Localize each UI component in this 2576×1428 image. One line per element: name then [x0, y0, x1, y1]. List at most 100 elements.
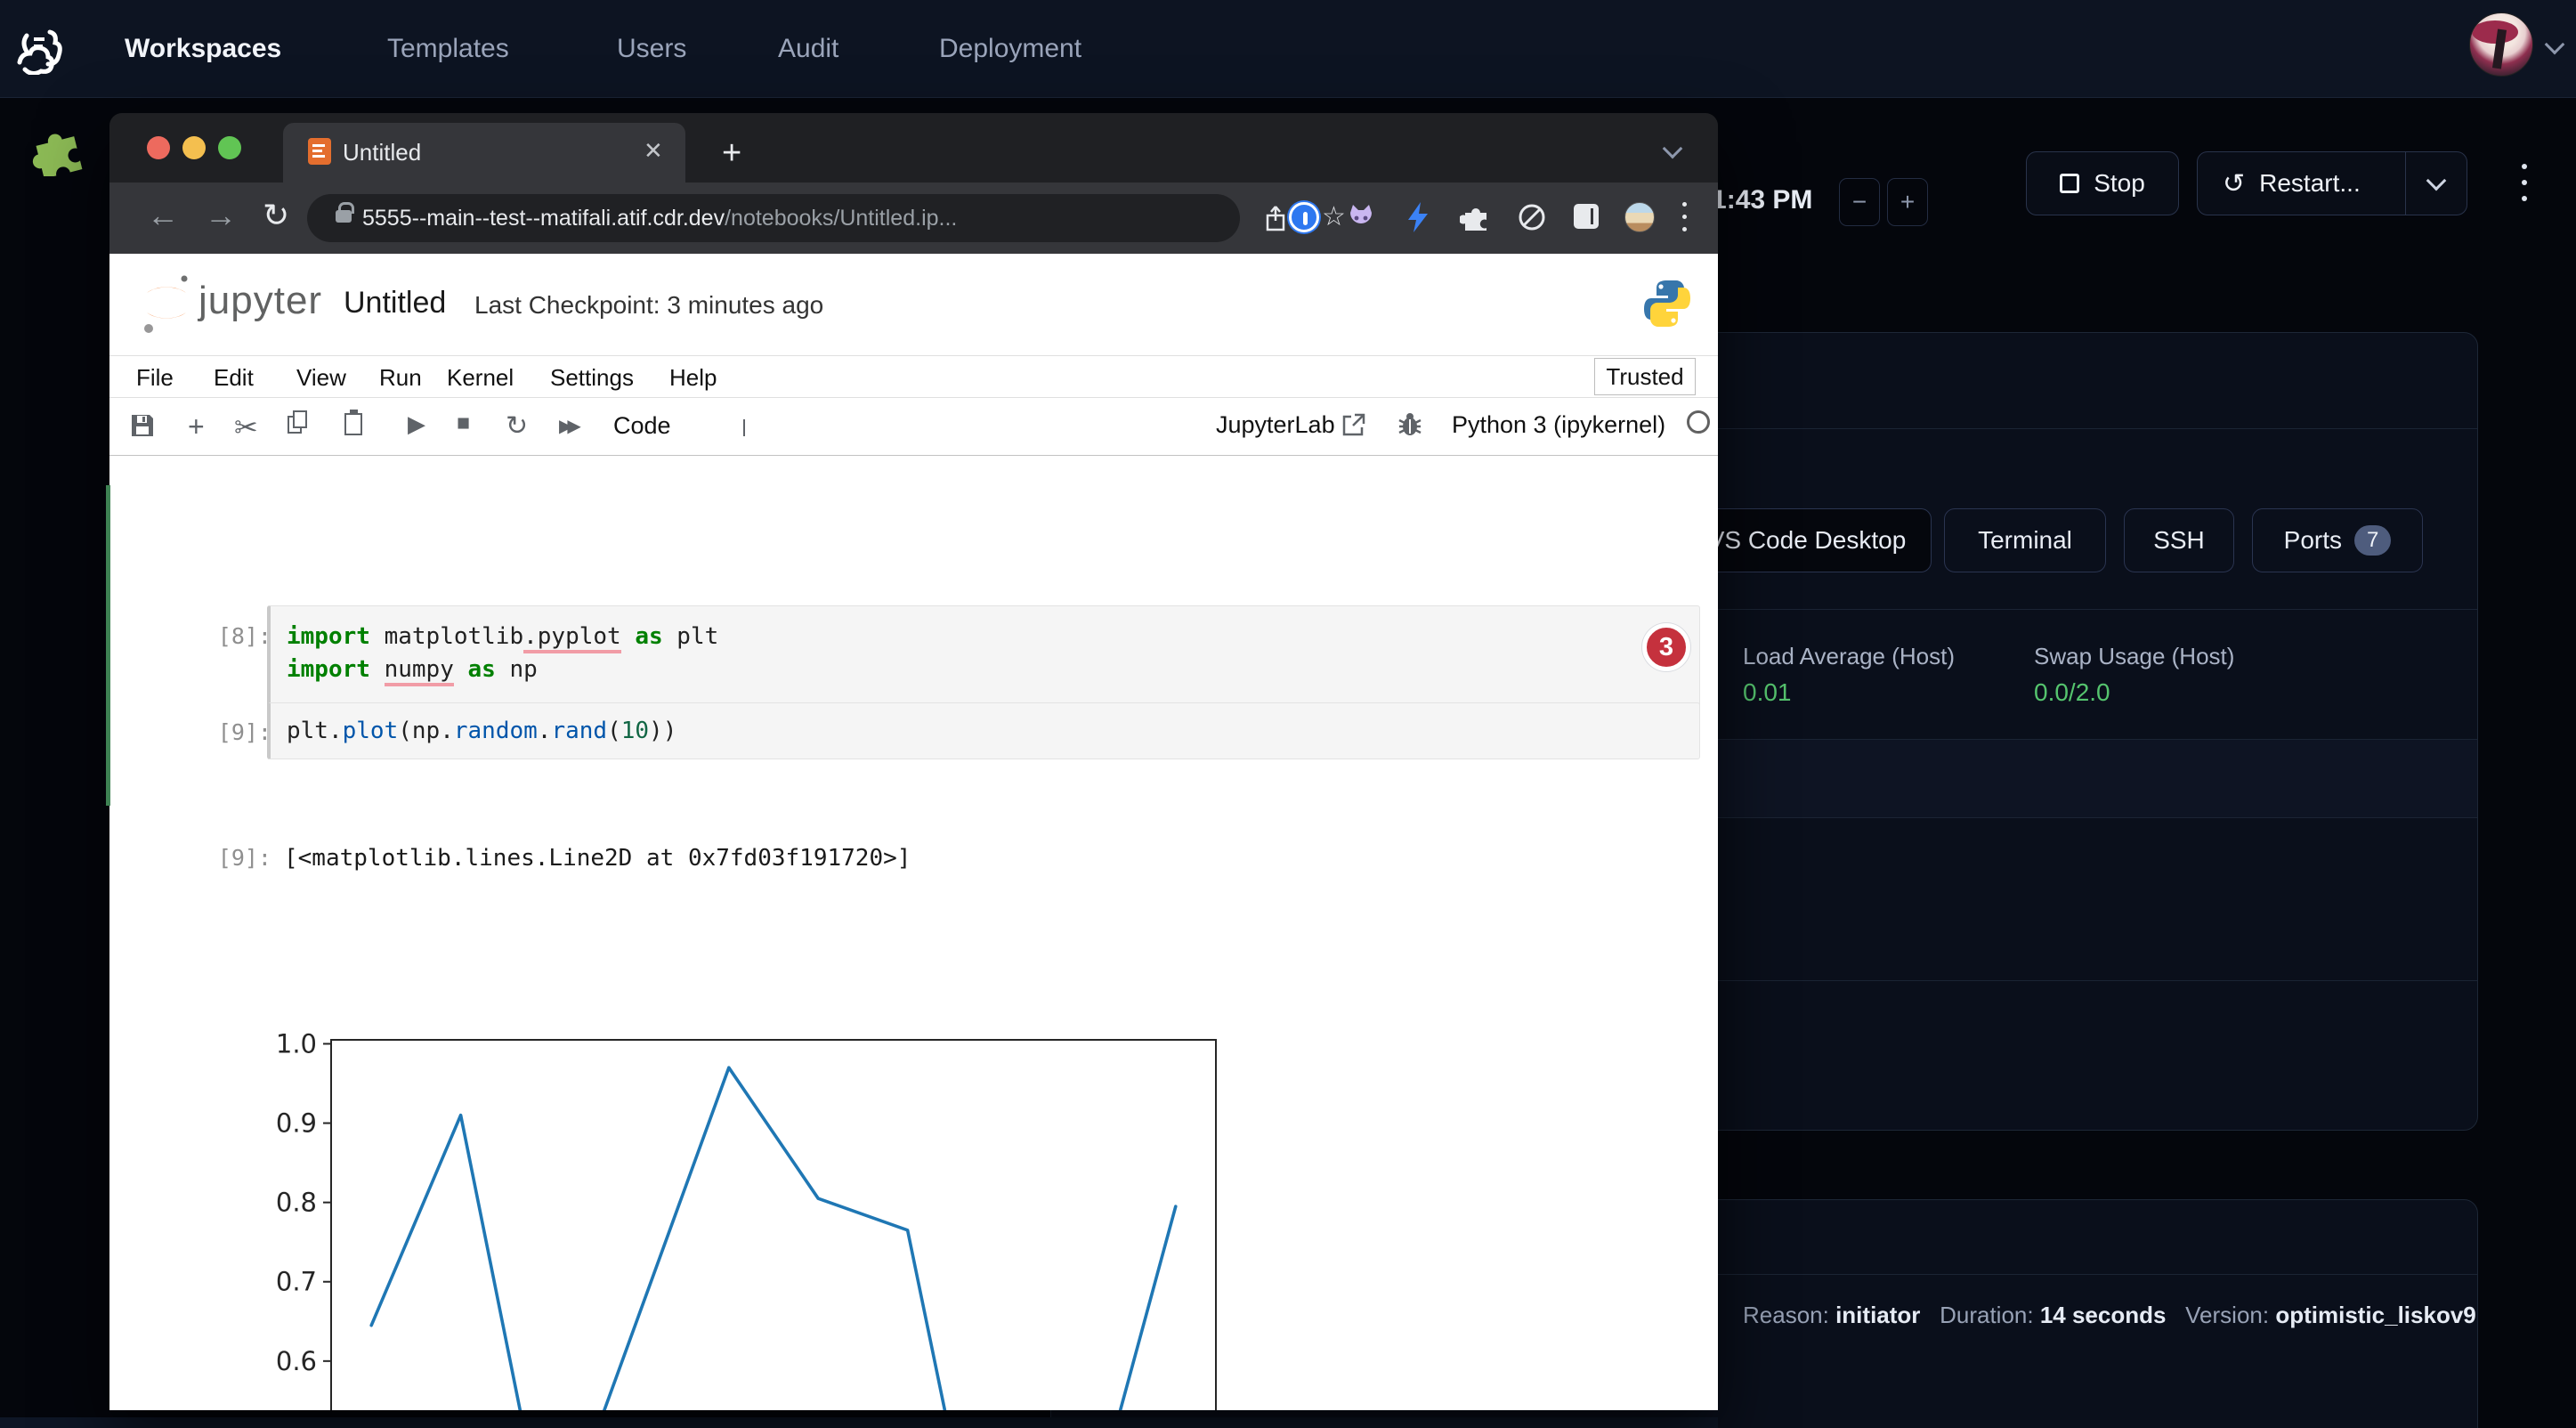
split-screen-extension-icon[interactable] [1574, 204, 1599, 229]
restart-workspace-button[interactable]: ↺ Restart... [2197, 151, 2467, 215]
trusted-button[interactable]: Trusted [1594, 358, 1696, 395]
browser-window: Untitled ✕ + ← → ↻ 5555--main--test--mat… [109, 113, 1718, 1410]
cell-type-dropdown[interactable]: Code [613, 412, 671, 440]
url-text: 5555--main--test--matifali.atif.cdr.dev/… [362, 206, 957, 231]
nav-item-workspaces[interactable]: Workspaces [125, 0, 281, 98]
maximize-window-button[interactable] [218, 136, 241, 159]
external-link-icon[interactable] [1341, 412, 1366, 437]
jupyter-page: jupyter Untitled Last Checkpoint: 3 minu… [109, 254, 1718, 1410]
lock-icon [336, 210, 352, 223]
zoom-out-button[interactable]: − [1839, 178, 1880, 226]
output-text: [<matplotlib.lines.Line2D at 0x7fd03f191… [284, 845, 911, 872]
menu-settings[interactable]: Settings [550, 364, 634, 392]
jupyter-wordmark: jupyter [198, 279, 322, 323]
tab-title: Untitled [343, 139, 421, 166]
app-top-nav: Workspaces Templates Users Audit Deploym… [0, 0, 2576, 98]
zoom-in-button[interactable]: + [1887, 178, 1928, 226]
cut-cell-icon[interactable]: ✂ [234, 410, 258, 444]
minimize-window-button[interactable] [182, 136, 206, 159]
coder-logo-icon[interactable] [14, 23, 64, 75]
avatar-art [2472, 20, 2518, 44]
terminal-button[interactable]: Terminal [1944, 508, 2106, 572]
nav-item-deployment[interactable]: Deployment [939, 0, 1081, 98]
browser-toolbar: ← → ↻ 5555--main--test--matifali.atif.cd… [109, 183, 1718, 254]
open-jupyterlab-link[interactable]: JupyterLab [1216, 411, 1335, 439]
build-version: optimistic_liskov9 [2275, 1302, 2475, 1328]
profile-avatar[interactable] [1624, 202, 1655, 232]
build-reason: initiator [1835, 1302, 1920, 1328]
extensions-puzzle-icon[interactable] [1460, 202, 1490, 232]
menu-view[interactable]: View [296, 364, 346, 392]
nav-item-users[interactable]: Users [617, 0, 686, 98]
ssh-button[interactable]: SSH [2124, 508, 2234, 572]
jupyter-menu-bar: File Edit View Run Kernel Settings Help … [109, 356, 1718, 398]
cell-prompt: [8]: [195, 623, 271, 649]
back-icon[interactable]: ← [147, 197, 179, 234]
save-icon[interactable] [129, 412, 156, 439]
share-icon[interactable] [1264, 205, 1287, 231]
stop-workspace-button[interactable]: Stop [2026, 151, 2179, 215]
menu-run[interactable]: Run [379, 364, 422, 392]
matplotlib-figure: 0.20.30.40.50.60.70.80.91.002468 [270, 1026, 1267, 1410]
add-cell-icon[interactable]: + [188, 410, 205, 443]
user-avatar[interactable] [2469, 12, 2533, 77]
code-cell[interactable]: import matplotlib.pyplot as plt import n… [267, 605, 1700, 712]
chevron-down-icon[interactable] [2545, 35, 2565, 55]
interrupt-kernel-icon[interactable]: ■ [457, 410, 470, 436]
tab-close-icon[interactable]: ✕ [644, 137, 663, 165]
menu-file[interactable]: File [136, 364, 174, 392]
browser-menu-kebab[interactable] [1681, 195, 1689, 239]
svg-text:0.7: 0.7 [276, 1267, 317, 1297]
nav-item-audit[interactable]: Audit [778, 0, 838, 98]
ports-button[interactable]: Ports 7 [2252, 508, 2423, 572]
build-duration: 14 seconds [2040, 1302, 2167, 1328]
menu-help[interactable]: Help [669, 364, 717, 392]
tab-search-chevron[interactable] [1663, 139, 1683, 159]
close-window-button[interactable] [147, 136, 170, 159]
onepassword-extension-icon[interactable] [1289, 202, 1319, 232]
menu-edit[interactable]: Edit [214, 364, 254, 392]
cell-prompt: [9]: [195, 719, 271, 745]
run-cell-icon[interactable]: ▶ [408, 410, 425, 438]
stop-icon [2060, 174, 2079, 193]
python-logo-icon [1642, 277, 1692, 330]
kernel-name[interactable]: Python 3 (ipykernel) [1452, 411, 1665, 439]
jupyter-favicon [308, 138, 331, 165]
notebook-title[interactable]: Untitled [344, 286, 446, 320]
svg-text:0.9: 0.9 [276, 1108, 317, 1139]
load-average-label: Load Average (Host) [1743, 643, 1955, 670]
forward-icon[interactable]: → [205, 197, 237, 234]
template-puzzle-icon[interactable] [25, 121, 91, 176]
svg-text:0.8: 0.8 [276, 1188, 317, 1218]
ghostery-extension-icon[interactable] [1517, 202, 1547, 232]
collaborator-badge[interactable]: 3 [1642, 623, 1690, 671]
browser-tab-strip: Untitled ✕ + [109, 113, 1718, 183]
workspace-menu-kebab[interactable] [2515, 158, 2533, 212]
build-info-row: Reason: initiator Duration: 14 seconds V… [1743, 1302, 2476, 1329]
workspace-status-bar [106, 485, 110, 806]
new-tab-button[interactable]: + [722, 134, 741, 173]
svg-text:0.6: 0.6 [276, 1346, 317, 1376]
menu-kernel[interactable]: Kernel [447, 364, 514, 392]
reload-icon[interactable]: ↻ [263, 197, 289, 234]
code-cell[interactable]: plt.plot(np.random.rand(10)) [267, 702, 1700, 759]
scrolled-cell-fragment[interactable]: import matplotlib.pyplot as plt [284, 456, 1352, 466]
nav-item-templates[interactable]: Templates [387, 0, 509, 98]
debugger-bug-icon[interactable] [1397, 411, 1423, 438]
browser-tab[interactable]: Untitled ✕ [283, 123, 685, 183]
cell-type-chevron[interactable] [743, 419, 745, 435]
lightning-extension-icon[interactable] [1405, 202, 1431, 232]
restart-icon: ↺ [2223, 168, 2245, 199]
vscode-desktop-button[interactable]: VS Code Desktop [1682, 508, 1932, 572]
jupyter-toolbar: + ✂ ▶ ■ ↻ ▶▶ Code JupyterLab [109, 398, 1718, 456]
restart-run-all-icon[interactable]: ▶▶ [559, 415, 576, 437]
address-bar[interactable]: 5555--main--test--matifali.atif.cdr.dev/… [307, 194, 1240, 242]
restart-kernel-icon[interactable]: ↻ [506, 410, 528, 442]
swap-usage-value: 0.0/2.0 [2034, 678, 2110, 707]
kernel-status-icon [1687, 410, 1710, 434]
bookmark-star-icon[interactable]: ☆ [1322, 201, 1346, 232]
ports-count-badge: 7 [2354, 525, 2391, 556]
cat-extension-icon[interactable] [1346, 202, 1376, 232]
checkpoint-text: Last Checkpoint: 3 minutes ago [474, 291, 823, 320]
restart-options-chevron[interactable] [2426, 171, 2447, 191]
